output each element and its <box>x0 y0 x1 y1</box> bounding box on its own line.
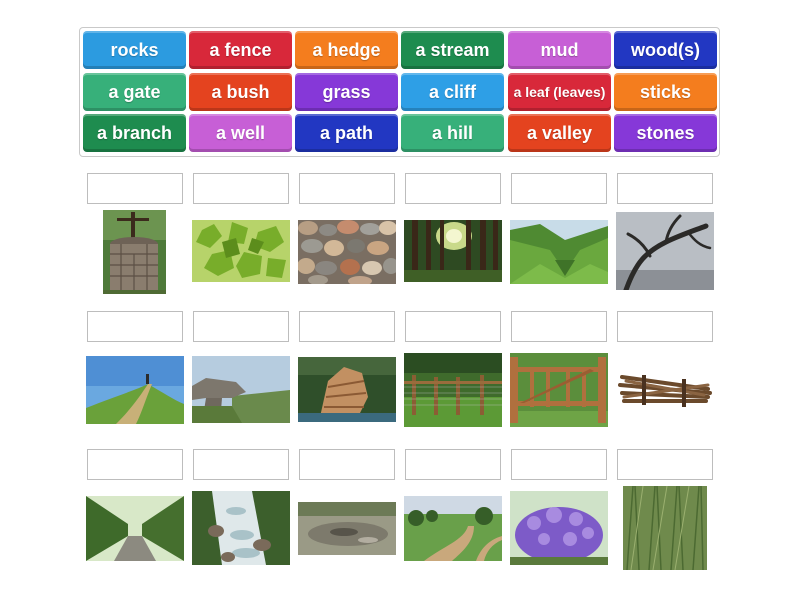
answer-drop-slot[interactable] <box>405 449 501 480</box>
answer-drop-slot[interactable] <box>617 173 713 204</box>
answer-drop-slot[interactable] <box>193 311 289 342</box>
word-tile[interactable]: a cliff <box>401 73 504 111</box>
forest-woods-photo <box>404 220 502 282</box>
answer-drop-slot[interactable] <box>87 449 183 480</box>
word-tile[interactable]: sticks <box>614 73 717 111</box>
word-tile[interactable]: a hedge <box>295 31 398 69</box>
wooden-gate-photo <box>510 353 608 427</box>
word-tile[interactable]: wood(s) <box>614 31 717 69</box>
answer-drop-slot[interactable] <box>617 449 713 480</box>
word-tile[interactable]: stones <box>614 114 717 152</box>
word-tile[interactable]: a branch <box>83 114 186 152</box>
answer-drop-slot[interactable] <box>617 311 713 342</box>
bundle-of-sticks-photo <box>616 363 714 415</box>
word-tile[interactable]: a gate <box>83 73 186 111</box>
rocky-cliff-photo <box>298 357 396 422</box>
word-tile[interactable]: a well <box>189 114 292 152</box>
answer-drop-slot[interactable] <box>299 173 395 204</box>
answer-drop-slot[interactable] <box>299 311 395 342</box>
forest-stream-photo <box>192 491 290 565</box>
wooden-fence-photo <box>404 353 502 427</box>
word-tile[interactable]: a leaf (leaves) <box>508 73 611 111</box>
word-tile[interactable]: a valley <box>508 114 611 152</box>
answer-drop-slot[interactable] <box>193 173 289 204</box>
answer-drop-slot[interactable] <box>405 173 501 204</box>
answer-drop-slot[interactable] <box>511 173 607 204</box>
rock-cliff-photo <box>192 356 290 423</box>
word-tile[interactable]: grass <box>295 73 398 111</box>
word-tile[interactable]: a fence <box>189 31 292 69</box>
grassy-hill-photo <box>86 356 184 424</box>
mud-puddle-photo <box>298 502 396 555</box>
grass-closeup-photo <box>623 486 707 570</box>
word-tile[interactable]: a hill <box>401 114 504 152</box>
answer-drop-slot[interactable] <box>87 173 183 204</box>
word-tile[interactable]: mud <box>508 31 611 69</box>
pebble-stones-photo <box>298 220 396 284</box>
word-tile[interactable]: a bush <box>189 73 292 111</box>
stone-well-photo <box>103 210 166 294</box>
green-valley-photo <box>510 220 608 284</box>
answer-drop-slot[interactable] <box>511 449 607 480</box>
answer-drop-slot[interactable] <box>87 311 183 342</box>
hedge-path-photo <box>86 496 184 561</box>
maple-leaves-photo <box>192 220 290 282</box>
answer-drop-slot[interactable] <box>299 449 395 480</box>
lavender-bush-photo <box>510 491 608 565</box>
answer-drop-slot[interactable] <box>405 311 501 342</box>
answer-drop-slot[interactable] <box>511 311 607 342</box>
word-tile[interactable]: a path <box>295 114 398 152</box>
dirt-path-photo <box>404 496 502 561</box>
answer-drop-slot[interactable] <box>193 449 289 480</box>
bare-branch-photo <box>616 212 714 290</box>
word-tile[interactable]: rocks <box>83 31 186 69</box>
word-tile[interactable]: a stream <box>401 31 504 69</box>
